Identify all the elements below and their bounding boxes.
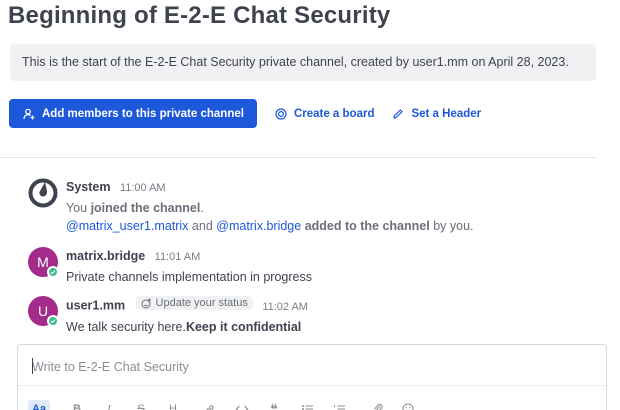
link-icon <box>206 405 214 410</box>
emoji-picker-button[interactable] <box>400 400 416 410</box>
message-strong: Keep it confidential <box>185 319 302 334</box>
channel-intro-actions: Add members to this private channel Crea… <box>9 99 481 128</box>
code-button[interactable] <box>234 400 250 410</box>
mention-link[interactable]: @matrix_user1.matrix <box>66 219 188 233</box>
heading-icon: H <box>169 403 177 410</box>
bold-button[interactable]: B <box>70 400 84 410</box>
channel-intro-title: Beginning of E-2-E Chat Security <box>8 2 391 29</box>
text-caret <box>32 358 33 374</box>
post-body: matrix.bridge 11:01 AM Private channels … <box>66 247 312 284</box>
board-icon <box>275 107 287 120</box>
channel-intro-text: This is the start of the E-2-E Chat Secu… <box>10 44 596 81</box>
post-author[interactable]: user1.mm <box>66 299 125 313</box>
quote-button[interactable]: ❝ <box>266 400 282 410</box>
italic-icon: I <box>107 403 111 410</box>
bulleted-list-button[interactable] <box>299 400 315 410</box>
smiley-plus-icon <box>141 298 151 308</box>
message-text: . <box>200 201 204 215</box>
bulleted-list-icon <box>301 405 313 410</box>
strikethrough-button[interactable]: S <box>134 400 148 410</box>
post-body: System 11:00 AM You joined the channel. … <box>66 178 474 233</box>
post-body: user1.mm Update your status 11:02 AM We … <box>66 296 308 334</box>
formatting-toggle-label: Aa <box>31 403 47 410</box>
link-button[interactable] <box>202 400 218 410</box>
formatting-toolbar: Aa B I S H ❝ <box>18 385 608 410</box>
code-icon <box>235 405 249 410</box>
add-members-button[interactable]: Add members to this private channel <box>9 99 257 128</box>
message-text: You <box>66 201 88 215</box>
add-members-label: Add members to this private channel <box>42 107 244 120</box>
mattermost-logo-icon <box>28 178 58 208</box>
italic-button[interactable]: I <box>102 400 116 410</box>
add-user-icon <box>23 108 35 119</box>
online-status-icon <box>47 266 59 278</box>
set-header-label: Set a Header <box>411 107 482 120</box>
post-author[interactable]: matrix.bridge <box>66 249 145 263</box>
post-message: You joined the channel. <box>66 201 474 215</box>
create-board-label: Create a board <box>293 107 375 120</box>
paperclip-icon <box>374 403 383 410</box>
smiley-icon <box>402 403 414 410</box>
message-composer: Aa B I S H ❝ <box>17 344 608 410</box>
post-message: @matrix_user1.matrix and @matrix.bridge … <box>66 219 474 233</box>
divider <box>0 157 596 158</box>
numbered-list-button[interactable] <box>331 400 347 410</box>
quote-icon: ❝ <box>270 400 278 410</box>
message-text: by you. <box>433 219 474 233</box>
set-header-button[interactable]: Set a Header <box>392 108 481 120</box>
pencil-icon <box>393 108 404 119</box>
message-strong: joined the channel <box>90 201 201 215</box>
post-time[interactable]: 11:01 AM <box>155 251 201 263</box>
post-message: We talk security here.Keep it confidenti… <box>66 320 308 334</box>
create-board-button[interactable]: Create a board <box>275 107 375 120</box>
post-time[interactable]: 11:00 AM <box>120 182 166 194</box>
online-status-icon <box>47 315 59 327</box>
message-input[interactable] <box>32 358 592 376</box>
post-author[interactable]: System <box>66 180 110 194</box>
formatting-toggle-button[interactable]: Aa <box>28 400 50 410</box>
avatar-letter: U <box>37 303 49 319</box>
post-message: Private channels implementation in progr… <box>66 270 312 284</box>
mention-link[interactable]: @matrix.bridge <box>216 219 301 233</box>
bold-icon: B <box>73 403 81 410</box>
message-text: and <box>191 219 213 233</box>
post-time[interactable]: 11:02 AM <box>262 301 308 313</box>
update-status-button[interactable]: Update your status <box>135 296 253 310</box>
update-status-label: Update your status <box>155 297 248 309</box>
strikethrough-icon: S <box>137 403 145 410</box>
system-avatar <box>28 178 58 208</box>
message-text: We talk security here. <box>66 319 186 334</box>
numbered-list-icon <box>333 405 345 410</box>
attach-file-button[interactable] <box>370 400 386 410</box>
message-strong: added to the channel <box>304 219 430 233</box>
heading-button[interactable]: H <box>166 400 180 410</box>
